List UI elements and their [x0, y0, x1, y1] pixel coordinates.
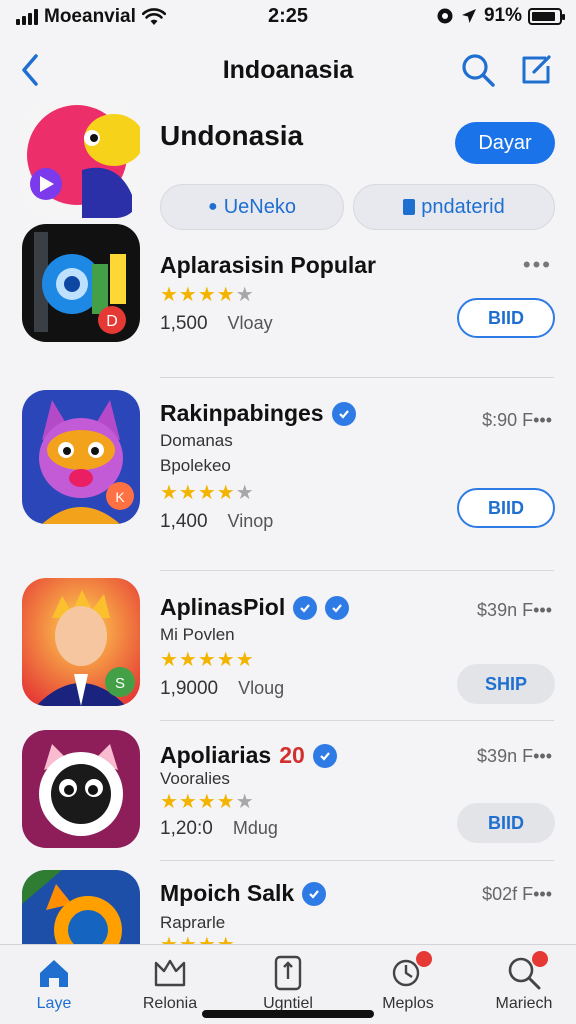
- verified-check-icon: [331, 401, 356, 426]
- rating-stars: ★★★★★: [160, 791, 255, 813]
- search-icon-wrapper: [504, 951, 548, 993]
- app-name: Aplarasisin Popular: [160, 252, 377, 278]
- monster-character-icon: [22, 100, 140, 218]
- price-label: $:90 F•••: [482, 410, 552, 430]
- get-button[interactable]: SHIP: [457, 664, 555, 704]
- app-subtitle: Domanas: [160, 431, 233, 450]
- games-icon: [154, 959, 186, 987]
- app-subtitle-secondary: Bpolekeo: [160, 456, 231, 475]
- app-icon[interactable]: [22, 870, 140, 944]
- app-meta: 1,400 Vinop: [160, 511, 273, 533]
- verified-check-icon: [302, 881, 327, 906]
- drop-icon: ●: [208, 198, 218, 215]
- app-name-row: Apoliarias 20: [160, 742, 337, 769]
- app-name: Rakinpabinges: [160, 400, 324, 426]
- app-name: AplinasPiol: [160, 594, 286, 620]
- row-divider: [160, 570, 554, 571]
- rating-stars: ★★★★: [160, 932, 236, 944]
- svg-text:S: S: [115, 675, 125, 692]
- chip-category-left[interactable]: ● UeNeko: [160, 184, 344, 230]
- app-icon[interactable]: K: [22, 390, 140, 524]
- person-avatar-icon: S: [22, 578, 140, 706]
- rating-stars: ★★★★★: [160, 482, 255, 504]
- app-icon[interactable]: D: [22, 224, 140, 342]
- tab-search[interactable]: Mariech: [474, 951, 574, 1019]
- chip-category-right[interactable]: pndaterid: [353, 184, 555, 230]
- status-bar: Moeanvial 2:25 91%: [0, 0, 576, 34]
- notification-badge: [416, 951, 432, 967]
- tab-label: Meplos: [382, 995, 434, 1012]
- rating-count: 1,400: [160, 511, 208, 532]
- camera-app-icon: D: [22, 224, 140, 342]
- get-button[interactable]: BIID: [457, 298, 555, 338]
- app-subtitle: Vooralies: [160, 769, 230, 788]
- status-right: 91%: [436, 5, 565, 27]
- tab-label: Laye: [36, 995, 72, 1012]
- apps-icon: [274, 955, 302, 991]
- chip-right-label: pndaterid: [421, 195, 505, 218]
- arcade-icon-wrapper: [388, 951, 432, 993]
- download-label: Vloug: [238, 678, 285, 698]
- fox-character-icon: [22, 870, 140, 944]
- home-icon: [40, 960, 68, 987]
- home-indicator[interactable]: [202, 1010, 374, 1018]
- app-icon[interactable]: [22, 730, 140, 848]
- app-name-suffix: 20: [279, 742, 305, 768]
- verified-check-icon: [325, 595, 350, 620]
- cat-character-icon: K: [22, 390, 140, 524]
- rating-stars: ★★★★★: [160, 284, 255, 306]
- app-subtitle: Raprarle: [160, 913, 226, 932]
- verified-check-icon: [293, 595, 318, 620]
- tab-label: Mariech: [495, 995, 553, 1012]
- owl-character-icon: [22, 730, 140, 848]
- navigation-bar: Indoanasia: [0, 44, 576, 96]
- row-divider: [160, 860, 554, 861]
- download-label: Vloay: [227, 313, 273, 333]
- app-subtitle: Mi Povlen: [160, 625, 235, 644]
- app-name-row: AplinasPiol: [160, 594, 350, 621]
- app-meta: 1,9000 Vloug: [160, 678, 284, 700]
- location-arrow-icon: [461, 9, 476, 23]
- svg-text:K: K: [115, 489, 125, 505]
- app-name-row: Mpoich Salk: [160, 880, 327, 907]
- app-icon[interactable]: S: [22, 578, 140, 706]
- rating-count: 1,20:0: [160, 818, 213, 839]
- download-label: Mdug: [232, 818, 278, 838]
- calendar-icon: [403, 199, 416, 215]
- tab-arcade[interactable]: Meplos: [358, 951, 458, 1019]
- app-meta: 1,500 Vloay: [160, 313, 273, 335]
- svg-text:D: D: [106, 313, 118, 330]
- rating-count: 1,500: [160, 313, 208, 334]
- rating-stars: ★★★★★: [160, 649, 255, 671]
- tab-today[interactable]: Laye: [4, 953, 104, 1019]
- download-label: Vinop: [227, 511, 274, 531]
- app-name: Mpoich Salk: [160, 880, 295, 906]
- chip-left-label: UeNeko: [223, 195, 296, 218]
- row-divider: [160, 377, 554, 378]
- get-button[interactable]: BIID: [457, 803, 555, 843]
- featured-app-name: Undonasia: [160, 120, 304, 151]
- app-name: Apoliarias: [160, 742, 272, 768]
- compose-icon[interactable]: [516, 50, 556, 90]
- rating-count: 1,9000: [160, 678, 219, 699]
- app-meta: 1,20:0 Mdug: [160, 818, 278, 840]
- lock-rotation-icon: [437, 8, 453, 24]
- verified-check-icon: [312, 743, 337, 768]
- notification-badge: [532, 951, 548, 967]
- price-label: $39n F•••: [477, 746, 552, 766]
- featured-app-icon[interactable]: [22, 100, 140, 218]
- battery-percent: 91%: [483, 5, 522, 26]
- more-options-icon[interactable]: •••: [523, 252, 552, 278]
- price-label: $02f F•••: [482, 884, 552, 904]
- featured-get-button[interactable]: Dayar: [455, 122, 555, 164]
- get-button[interactable]: BIID: [457, 488, 555, 528]
- price-label: $39n F•••: [477, 600, 552, 620]
- search-icon[interactable]: [458, 50, 498, 90]
- battery-icon: [528, 7, 565, 25]
- row-divider: [160, 720, 554, 721]
- app-name-row: Rakinpabinges: [160, 400, 356, 427]
